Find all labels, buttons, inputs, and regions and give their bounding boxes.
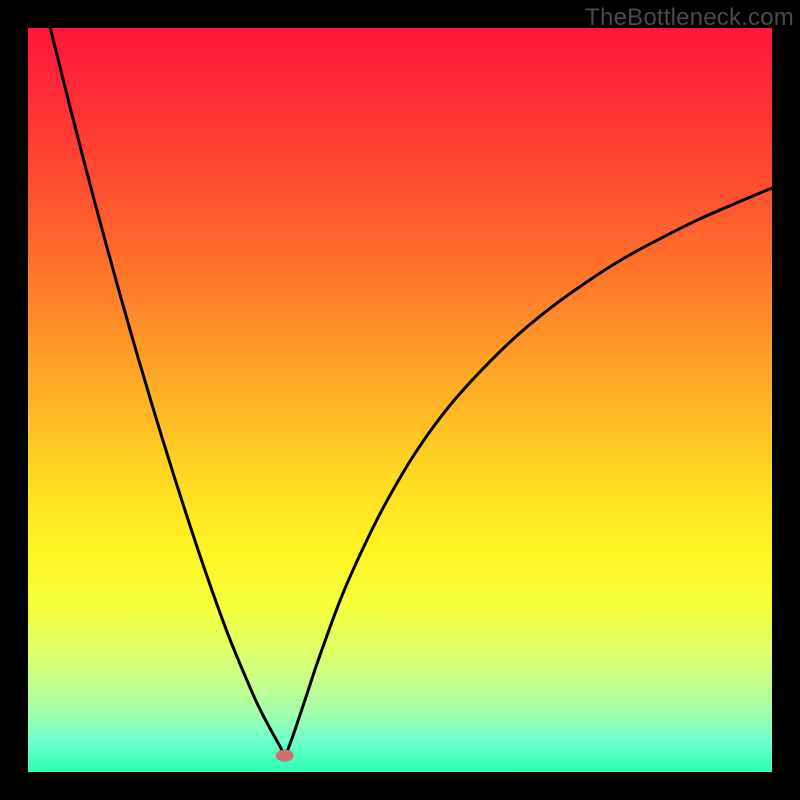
bottleneck-chart (28, 28, 772, 772)
gradient-background (28, 28, 772, 772)
chart-frame (28, 28, 772, 772)
optimum-marker (276, 750, 294, 762)
